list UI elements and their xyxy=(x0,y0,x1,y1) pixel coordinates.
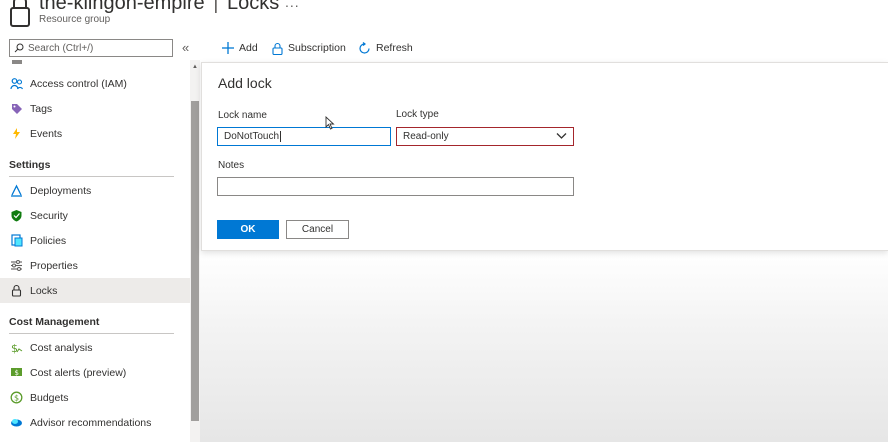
sidebar-item-security[interactable]: Security xyxy=(0,203,190,228)
lock-name-label: Lock name xyxy=(218,110,267,121)
sidebar-item-label: Cost alerts (preview) xyxy=(30,366,127,379)
sidebar-item-deployments[interactable]: Deployments xyxy=(0,178,190,203)
sidebar-item-label: Access control (IAM) xyxy=(30,77,127,90)
lock-type-select[interactable]: Read-only xyxy=(396,127,574,146)
mouse-cursor-icon xyxy=(325,116,335,130)
lock-icon xyxy=(10,0,30,27)
collapse-sidebar-icon[interactable]: « xyxy=(182,40,189,55)
sidebar-item-properties[interactable]: Properties xyxy=(0,253,190,278)
lock-icon xyxy=(272,42,283,55)
sidebar-item-label: Budgets xyxy=(30,391,69,404)
refresh-button[interactable]: Refresh xyxy=(358,40,413,56)
advisor-icon xyxy=(10,416,23,429)
section-header-cost-management: Cost Management xyxy=(9,316,174,334)
subscription-button[interactable]: Subscription xyxy=(272,40,346,56)
tag-icon xyxy=(10,102,23,115)
search-input[interactable]: Search (Ctrl+/) xyxy=(9,39,173,57)
add-lock-panel: Add lock Lock name DoNotTouch Lock type … xyxy=(201,62,888,251)
lock-name-input[interactable]: DoNotTouch xyxy=(217,127,391,146)
plus-icon xyxy=(222,42,234,54)
chevron-down-icon xyxy=(556,133,567,139)
title-separator: | xyxy=(213,0,219,14)
search-icon xyxy=(14,43,24,53)
sidebar-item-partial[interactable] xyxy=(0,60,190,65)
sidebar: Access control (IAM) Tags Events Setting… xyxy=(0,60,190,442)
cost-alert-icon: $ xyxy=(10,366,23,379)
sidebar-item-label: Security xyxy=(30,209,68,222)
lock-type-value: Read-only xyxy=(403,131,449,142)
sidebar-item-label: Locks xyxy=(30,284,58,297)
deploy-icon xyxy=(10,184,23,197)
section-header-settings: Settings xyxy=(9,159,174,177)
sidebar-item-label: Properties xyxy=(30,259,78,272)
policy-icon xyxy=(10,234,23,247)
budget-icon: $ xyxy=(10,391,23,404)
add-button-label: Add xyxy=(239,42,258,54)
page-subtitle: Resource group xyxy=(39,14,111,25)
sidebar-item-locks[interactable]: Locks xyxy=(0,278,190,303)
notes-input[interactable] xyxy=(217,177,574,196)
people-icon xyxy=(10,77,23,90)
ok-button[interactable]: OK xyxy=(217,220,279,239)
svg-text:$: $ xyxy=(14,394,19,403)
notes-label: Notes xyxy=(218,160,245,171)
refresh-icon xyxy=(359,41,370,54)
refresh-button-label: Refresh xyxy=(376,42,413,54)
sidebar-item-advisor-recommendations[interactable]: Advisor recommendations xyxy=(0,410,190,435)
sidebar-item-policies[interactable]: Policies xyxy=(0,228,190,253)
sidebar-item-label: Tags xyxy=(30,102,53,115)
shield-icon xyxy=(10,209,23,222)
subscription-button-label: Subscription xyxy=(288,42,346,54)
lightning-icon xyxy=(10,127,23,140)
sidebar-item-cost-alerts[interactable]: $ Cost alerts (preview) xyxy=(0,360,190,385)
scroll-up-arrow-icon[interactable]: ▲ xyxy=(192,64,198,70)
blade-name: Locks xyxy=(226,0,280,14)
more-options-button[interactable]: ... xyxy=(285,0,300,10)
svg-text:$: $ xyxy=(11,342,18,354)
sidebar-item-label: Policies xyxy=(30,234,67,247)
sidebar-item-label: Deployments xyxy=(30,184,92,197)
sidebar-item-label: Events xyxy=(30,127,63,140)
cancel-button[interactable]: Cancel xyxy=(286,220,349,239)
sidebar-item-events[interactable]: Events xyxy=(0,121,190,146)
add-button[interactable]: Add xyxy=(222,40,258,56)
sidebar-item-label: Cost analysis xyxy=(30,341,93,354)
panel-title: Add lock xyxy=(218,75,272,91)
sidebar-item-access-control[interactable]: Access control (IAM) xyxy=(0,71,190,96)
resource-name: the-klingon-empire xyxy=(39,0,205,14)
page-header: the-klingon-empire | Locks ... Resource … xyxy=(0,0,888,34)
svg-text:$: $ xyxy=(15,369,19,377)
sidebar-item-label: Advisor recommendations xyxy=(30,416,152,429)
cost-analysis-icon: $ xyxy=(10,341,23,354)
lock-icon xyxy=(10,284,23,297)
partial-item-icon xyxy=(10,60,23,65)
sidebar-item-cost-analysis[interactable]: $ Cost analysis xyxy=(0,335,190,360)
lock-name-value: DoNotTouch xyxy=(224,131,280,142)
search-placeholder: Search (Ctrl+/) xyxy=(28,42,94,54)
page-title: the-klingon-empire | Locks xyxy=(39,0,279,15)
text-caret xyxy=(280,130,282,142)
sidebar-item-tags[interactable]: Tags xyxy=(0,96,190,121)
sidebar-item-budgets[interactable]: $ Budgets xyxy=(0,385,190,410)
lock-type-label: Lock type xyxy=(396,109,439,120)
sliders-icon xyxy=(10,259,23,272)
sidebar-scrollbar-thumb[interactable] xyxy=(191,101,199,421)
